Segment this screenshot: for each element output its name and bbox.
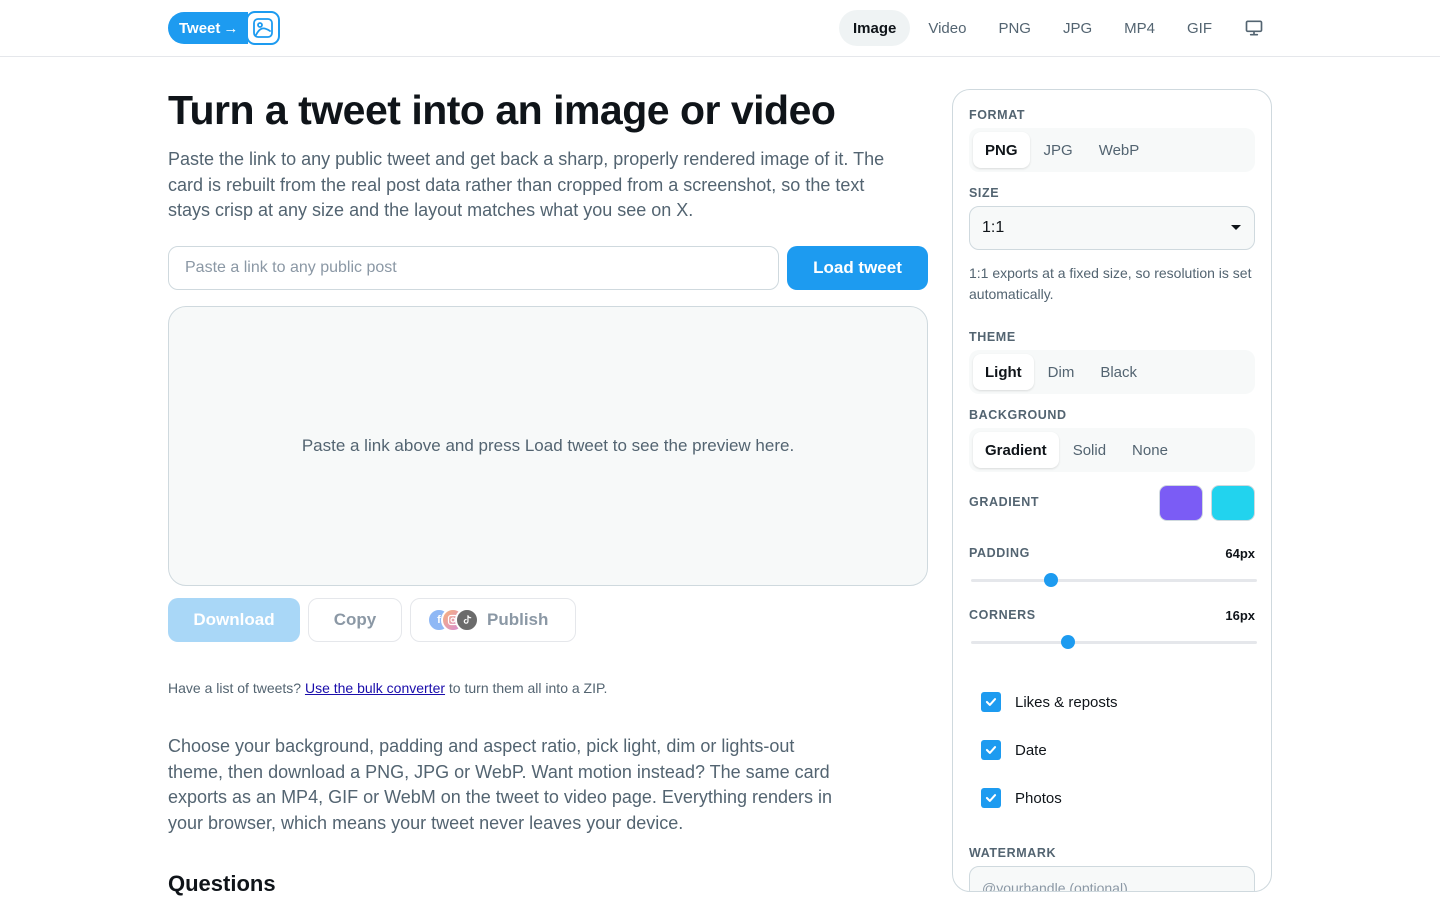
corners-label: CORNERS [969,608,1036,622]
padding-value: 64px [1225,546,1255,561]
watermark-label: WATERMARK [969,846,1057,860]
image-frame-icon [246,11,281,45]
logo-text: Tweet [179,19,221,37]
gradient-start-color-swatch[interactable] [1159,485,1203,521]
background-label: BACKGROUND [969,408,1067,422]
nav-gif[interactable]: GIF [1173,10,1226,46]
tweet-url-input[interactable] [168,246,779,290]
social-icons: f [427,608,479,632]
lead-paragraph: Paste the link to any public tweet and g… [168,149,885,220]
checkmark-icon [981,740,1001,760]
format-label: FORMAT [969,108,1026,122]
checkmark-icon [981,788,1001,808]
page-title: Turn a tweet into an image or video [168,87,836,133]
preview-placeholder-text: Paste a link above and press Load tweet … [301,436,795,455]
format-option-jpg[interactable]: JPG [1032,132,1085,168]
likes-reposts-label: Likes & reposts [1015,693,1118,711]
watermark-input[interactable] [969,866,1255,891]
monitor-icon[interactable] [1236,10,1272,46]
questions-heading: Questions [168,871,276,896]
format-toggle: PNG JPG WebP [969,128,1255,172]
nav-mp4[interactable]: MP4 [1110,10,1169,46]
settings-panel: FORMAT PNG JPG WebP SIZE 1:1 1:1 exports… [952,89,1272,892]
theme-toggle: Light Dim Black [969,350,1255,394]
corners-slider-handle[interactable] [1061,635,1076,649]
theme-label: THEME [969,330,1016,344]
format-option-png[interactable]: PNG [973,132,1030,168]
gradient-end-color-swatch[interactable] [1211,485,1255,521]
theme-option-black[interactable]: Black [1088,354,1149,390]
size-label: SIZE [969,186,1000,200]
logo[interactable]: Tweet → [168,11,281,45]
likes-reposts-checkbox[interactable]: Likes & reposts [981,692,1118,712]
bulk-suffix: to turn them all into a ZIP. [445,680,608,696]
chevron-down-icon [1230,219,1242,237]
corners-slider[interactable] [971,635,1257,649]
download-button[interactable]: Download [168,598,300,642]
theme-option-dim[interactable]: Dim [1036,354,1087,390]
logo-arrow: → [223,19,239,37]
publish-label: Publish [487,610,549,629]
nav-png[interactable]: PNG [984,10,1045,46]
logo-pill: Tweet → [168,12,249,44]
preview-area: Paste a link above and press Load tweet … [168,306,928,586]
top-nav: Image Video PNG JPG MP4 GIF [839,10,1272,46]
nav-jpg[interactable]: JPG [1049,10,1106,46]
corners-value: 16px [1225,608,1255,623]
date-checkbox[interactable]: Date [981,740,1047,760]
background-option-gradient[interactable]: Gradient [973,432,1059,468]
top-bar: Tweet → Image Video PNG JPG MP4 GIF [0,0,1440,57]
checkmark-icon [981,692,1001,712]
bulk-converter-line: Have a list of tweets? Use the bulk conv… [168,680,607,696]
publish-button[interactable]: f Publish [410,598,576,642]
tiktok-icon [455,608,479,632]
padding-slider-handle[interactable] [1044,573,1059,587]
nav-video[interactable]: Video [914,10,980,46]
copy-button[interactable]: Copy [308,598,402,642]
description-paragraph: Choose your background, padding and aspe… [168,736,833,833]
date-label: Date [1015,741,1047,759]
size-select-value: 1:1 [982,219,1005,236]
padding-label: PADDING [969,546,1030,560]
padding-slider[interactable] [971,573,1257,587]
size-hint: 1:1 exports at a fixed size, so resoluti… [969,265,1252,302]
bulk-prefix: Have a list of tweets? [168,680,305,696]
gradient-label: GRADIENT [969,495,1040,509]
background-option-none[interactable]: None [1120,432,1180,468]
nav-image[interactable]: Image [839,10,911,46]
bulk-converter-link[interactable]: Use the bulk converter [305,680,445,696]
background-toggle: Gradient Solid None [969,428,1255,472]
theme-option-light[interactable]: Light [973,354,1034,390]
size-select[interactable]: 1:1 [969,206,1255,250]
action-buttons: Download Copy f Publish [168,598,576,642]
format-option-webp[interactable]: WebP [1087,132,1152,168]
photos-checkbox[interactable]: Photos [981,788,1062,808]
photos-label: Photos [1015,789,1062,807]
background-option-solid[interactable]: Solid [1061,432,1118,468]
load-tweet-button[interactable]: Load tweet [787,246,928,290]
